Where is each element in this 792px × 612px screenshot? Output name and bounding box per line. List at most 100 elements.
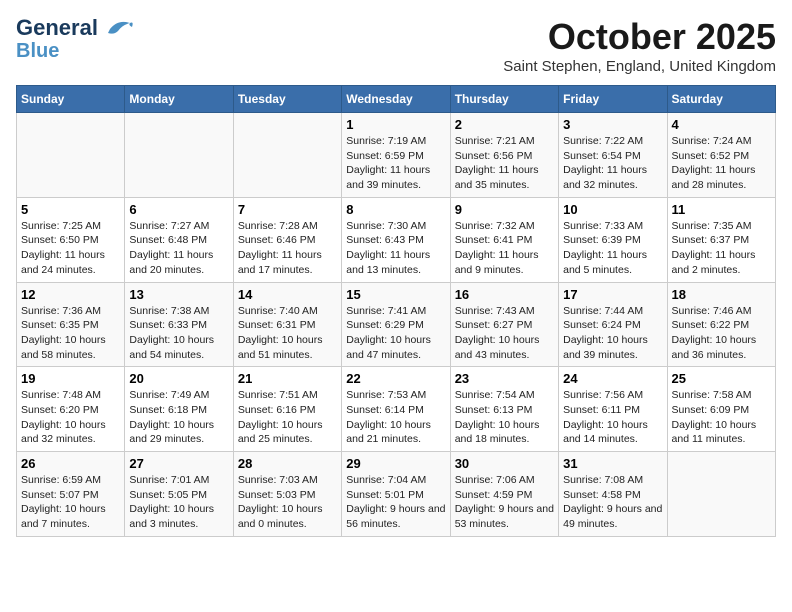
calendar-week-row: 26Sunrise: 6:59 AM Sunset: 5:07 PM Dayli… (17, 452, 776, 537)
day-info: Sunrise: 7:06 AM Sunset: 4:59 PM Dayligh… (455, 473, 554, 532)
calendar-cell: 16Sunrise: 7:43 AM Sunset: 6:27 PM Dayli… (450, 282, 558, 367)
day-number: 21 (238, 371, 337, 386)
calendar-cell: 24 Sunrise: 7:56 AM Sunset: 6:11 PM Dayli… (559, 367, 667, 452)
day-number: 9 (455, 202, 554, 217)
weekday-header: Wednesday (342, 86, 450, 113)
day-info: Sunrise: 7:54 AM Sunset: 6:13 PM Dayligh… (455, 388, 554, 447)
calendar-cell: 3 Sunrise: 7:22 AM Sunset: 6:54 PM Daylig… (559, 113, 667, 198)
day-info: Sunrise: 7:22 AM Sunset: 6:54 PM Dayligh… (563, 134, 662, 193)
weekday-header: Friday (559, 86, 667, 113)
day-info: Sunrise: 7:58 AM Sunset: 6:09 PM Dayligh… (672, 388, 771, 447)
day-info: Sunrise: 7:48 AM Sunset: 6:20 PM Dayligh… (21, 388, 120, 447)
day-info: Sunrise: 7:19 AM Sunset: 6:59 PM Dayligh… (346, 134, 445, 193)
calendar-cell: 20 Sunrise: 7:49 AM Sunset: 6:18 PM Dayli… (125, 367, 233, 452)
calendar-cell: 18 Sunrise: 7:46 AM Sunset: 6:22 PM Dayli… (667, 282, 775, 367)
day-number: 20 (129, 371, 228, 386)
day-info: Sunrise: 7:43 AM Sunset: 6:27 PM Dayligh… (455, 304, 554, 363)
day-info: Sunrise: 7:40 AM Sunset: 6:31 PM Dayligh… (238, 304, 337, 363)
calendar-cell: 14Sunrise: 7:40 AM Sunset: 6:31 PM Dayli… (233, 282, 341, 367)
day-info: Sunrise: 7:33 AM Sunset: 6:39 PM Dayligh… (563, 219, 662, 278)
calendar-cell (233, 113, 341, 198)
calendar-body: 1 Sunrise: 7:19 AM Sunset: 6:59 PM Daylig… (17, 113, 776, 537)
calendar-cell: 12Sunrise: 7:36 AM Sunset: 6:35 PM Dayli… (17, 282, 125, 367)
day-number: 25 (672, 371, 771, 386)
day-info: Sunrise: 7:32 AM Sunset: 6:41 PM Dayligh… (455, 219, 554, 278)
day-info: Sunrise: 7:03 AM Sunset: 5:03 PM Dayligh… (238, 473, 337, 532)
day-number: 26 (21, 456, 120, 471)
day-number: 1 (346, 117, 445, 132)
day-number: 23 (455, 371, 554, 386)
day-number: 30 (455, 456, 554, 471)
day-info: Sunrise: 7:46 AM Sunset: 6:22 PM Dayligh… (672, 304, 771, 363)
day-number: 13 (129, 287, 228, 302)
calendar-cell: 22 Sunrise: 7:53 AM Sunset: 6:14 PM Dayli… (342, 367, 450, 452)
weekday-header: Monday (125, 86, 233, 113)
calendar-cell: 8 Sunrise: 7:30 AM Sunset: 6:43 PM Daylig… (342, 197, 450, 282)
day-number: 8 (346, 202, 445, 217)
calendar-cell: 15Sunrise: 7:41 AM Sunset: 6:29 PM Dayli… (342, 282, 450, 367)
day-info: Sunrise: 7:51 AM Sunset: 6:16 PM Dayligh… (238, 388, 337, 447)
calendar-cell: 23 Sunrise: 7:54 AM Sunset: 6:13 PM Dayli… (450, 367, 558, 452)
calendar-cell: 13Sunrise: 7:38 AM Sunset: 6:33 PM Dayli… (125, 282, 233, 367)
day-info: Sunrise: 7:56 AM Sunset: 6:11 PM Dayligh… (563, 388, 662, 447)
calendar-cell: 4Sunrise: 7:24 AM Sunset: 6:52 PM Daylig… (667, 113, 775, 198)
calendar-header-row: SundayMondayTuesdayWednesdayThursdayFrid… (17, 86, 776, 113)
day-number: 29 (346, 456, 445, 471)
day-info: Sunrise: 7:04 AM Sunset: 5:01 PM Dayligh… (346, 473, 445, 532)
calendar-cell: 5Sunrise: 7:25 AM Sunset: 6:50 PM Daylig… (17, 197, 125, 282)
day-number: 19 (21, 371, 120, 386)
day-info: Sunrise: 7:24 AM Sunset: 6:52 PM Dayligh… (672, 134, 771, 193)
day-info: Sunrise: 7:36 AM Sunset: 6:35 PM Dayligh… (21, 304, 120, 363)
calendar-cell: 26Sunrise: 6:59 AM Sunset: 5:07 PM Dayli… (17, 452, 125, 537)
day-number: 18 (672, 287, 771, 302)
day-number: 6 (129, 202, 228, 217)
calendar-cell: 19 Sunrise: 7:48 AM Sunset: 6:20 PM Dayli… (17, 367, 125, 452)
calendar-cell: 10 Sunrise: 7:33 AM Sunset: 6:39 PM Dayli… (559, 197, 667, 282)
day-number: 24 (563, 371, 662, 386)
calendar-week-row: 1 Sunrise: 7:19 AM Sunset: 6:59 PM Daylig… (17, 113, 776, 198)
calendar-cell: 11Sunrise: 7:35 AM Sunset: 6:37 PM Dayli… (667, 197, 775, 282)
day-number: 7 (238, 202, 337, 217)
calendar-cell: 2 Sunrise: 7:21 AM Sunset: 6:56 PM Daylig… (450, 113, 558, 198)
day-number: 15 (346, 287, 445, 302)
weekday-header: Saturday (667, 86, 775, 113)
day-info: Sunrise: 7:21 AM Sunset: 6:56 PM Dayligh… (455, 134, 554, 193)
day-number: 11 (672, 202, 771, 217)
calendar-cell: 28Sunrise: 7:03 AM Sunset: 5:03 PM Dayli… (233, 452, 341, 537)
logo-text: General (16, 16, 98, 40)
day-number: 27 (129, 456, 228, 471)
day-info: Sunrise: 7:49 AM Sunset: 6:18 PM Dayligh… (129, 388, 228, 447)
calendar-week-row: 5Sunrise: 7:25 AM Sunset: 6:50 PM Daylig… (17, 197, 776, 282)
day-info: Sunrise: 7:44 AM Sunset: 6:24 PM Dayligh… (563, 304, 662, 363)
day-info: Sunrise: 7:53 AM Sunset: 6:14 PM Dayligh… (346, 388, 445, 447)
day-number: 22 (346, 371, 445, 386)
day-info: Sunrise: 7:25 AM Sunset: 6:50 PM Dayligh… (21, 219, 120, 278)
day-info: Sunrise: 7:01 AM Sunset: 5:05 PM Dayligh… (129, 473, 228, 532)
day-number: 10 (563, 202, 662, 217)
day-info: Sunrise: 7:28 AM Sunset: 6:46 PM Dayligh… (238, 219, 337, 278)
logo-blue-text: Blue (16, 40, 59, 62)
day-number: 3 (563, 117, 662, 132)
day-info: Sunrise: 7:30 AM Sunset: 6:43 PM Dayligh… (346, 219, 445, 278)
calendar-cell: 17 Sunrise: 7:44 AM Sunset: 6:24 PM Dayli… (559, 282, 667, 367)
day-number: 31 (563, 456, 662, 471)
calendar-cell (17, 113, 125, 198)
day-info: Sunrise: 7:27 AM Sunset: 6:48 PM Dayligh… (129, 219, 228, 278)
calendar-cell: 27 Sunrise: 7:01 AM Sunset: 5:05 PM Dayli… (125, 452, 233, 537)
day-number: 2 (455, 117, 554, 132)
calendar-week-row: 19 Sunrise: 7:48 AM Sunset: 6:20 PM Dayli… (17, 367, 776, 452)
calendar-week-row: 12Sunrise: 7:36 AM Sunset: 6:35 PM Dayli… (17, 282, 776, 367)
calendar-cell: 30 Sunrise: 7:06 AM Sunset: 4:59 PM Dayli… (450, 452, 558, 537)
calendar-cell: 29 Sunrise: 7:04 AM Sunset: 5:01 PM Dayli… (342, 452, 450, 537)
weekday-header: Tuesday (233, 86, 341, 113)
calendar-cell (125, 113, 233, 198)
day-number: 17 (563, 287, 662, 302)
calendar-cell: 6 Sunrise: 7:27 AM Sunset: 6:48 PM Daylig… (125, 197, 233, 282)
calendar-cell: 25 Sunrise: 7:58 AM Sunset: 6:09 PM Dayli… (667, 367, 775, 452)
weekday-header: Sunday (17, 86, 125, 113)
day-info: Sunrise: 7:08 AM Sunset: 4:58 PM Dayligh… (563, 473, 662, 532)
title-block: October 2025 Saint Stephen, England, Uni… (503, 16, 776, 75)
calendar-cell: 9 Sunrise: 7:32 AM Sunset: 6:41 PM Daylig… (450, 197, 558, 282)
logo-bird-icon (102, 17, 134, 39)
weekday-header: Thursday (450, 86, 558, 113)
